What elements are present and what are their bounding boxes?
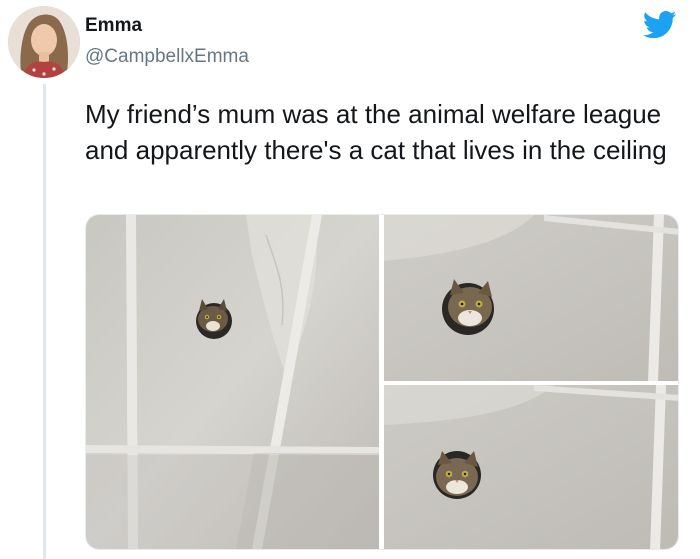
tweet-photo-2[interactable]	[384, 215, 678, 381]
media-grid	[85, 214, 679, 550]
thread-line	[43, 84, 46, 559]
display-name[interactable]: Emma	[85, 15, 142, 37]
avatar[interactable]	[8, 6, 80, 78]
tweet-photo-3[interactable]	[384, 385, 678, 549]
handle[interactable]: @CampbellxEmma	[85, 46, 249, 68]
tweet-text: My friend’s mum was at the animal welfar…	[85, 99, 667, 165]
twitter-bird-icon[interactable]	[642, 10, 677, 40]
tweet-photo-1[interactable]	[86, 215, 379, 549]
